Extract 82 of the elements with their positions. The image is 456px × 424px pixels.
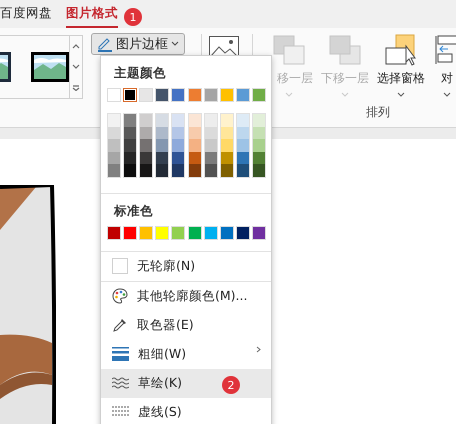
- caret-icon: [171, 41, 179, 47]
- color-swatch[interactable]: [204, 164, 217, 177]
- line-weight-icon: [112, 346, 129, 362]
- color-swatch[interactable]: [252, 114, 265, 127]
- menu-item[interactable]: 虚线(S): [101, 398, 271, 424]
- color-swatch[interactable]: [124, 164, 136, 177]
- color-swatch[interactable]: [140, 152, 152, 164]
- caret-icon: [285, 92, 293, 98]
- color-swatch[interactable]: [172, 164, 184, 177]
- color-swatch[interactable]: [252, 139, 265, 152]
- color-swatch[interactable]: [123, 88, 138, 102]
- arrange-button[interactable]: 对: [430, 34, 456, 98]
- menu-item[interactable]: 取色器(E): [101, 310, 271, 340]
- color-swatch[interactable]: [156, 126, 168, 140]
- scroll-up-icon[interactable]: [72, 43, 80, 50]
- menu-item[interactable]: 无轮廓(N): [101, 252, 271, 281]
- group-label: 排列: [365, 104, 390, 121]
- color-swatch[interactable]: [188, 114, 201, 127]
- color-swatch[interactable]: [220, 164, 233, 177]
- color-swatch[interactable]: [204, 139, 217, 152]
- color-swatch[interactable]: [236, 139, 249, 152]
- more-icon[interactable]: [72, 84, 80, 91]
- color-swatch[interactable]: [172, 126, 184, 140]
- color-swatch[interactable]: [140, 139, 152, 152]
- scroll-down-icon[interactable]: [72, 64, 80, 70]
- color-swatch[interactable]: [108, 152, 120, 164]
- color-swatch[interactable]: [188, 139, 201, 152]
- menu-item[interactable]: 其他轮廓颜色(M)...: [101, 282, 271, 311]
- color-swatch[interactable]: [156, 164, 168, 177]
- ribbon-tab[interactable]: 百度网盘: [0, 0, 52, 28]
- color-swatch[interactable]: [220, 139, 233, 152]
- picture-style-icon[interactable]: [31, 52, 69, 82]
- color-swatch[interactable]: [124, 139, 136, 152]
- color-swatch[interactable]: [188, 164, 201, 177]
- color-swatch[interactable]: [140, 114, 152, 127]
- color-swatch[interactable]: [124, 114, 136, 127]
- empty-swatch-icon: [112, 258, 128, 274]
- color-swatch[interactable]: [188, 126, 201, 140]
- color-swatch[interactable]: [236, 164, 249, 177]
- selection-pane-icon: [384, 34, 418, 66]
- color-swatch[interactable]: [220, 114, 233, 127]
- color-swatch[interactable]: [172, 152, 184, 164]
- color-swatch[interactable]: [172, 139, 184, 152]
- arrange-button[interactable]: 选择窗格: [374, 34, 428, 98]
- caret-icon: [397, 92, 405, 98]
- menu-item[interactable]: 粗细(W): [101, 340, 271, 369]
- picture-border-button[interactable]: 图片边框: [91, 33, 185, 55]
- menu-heading: 主题颜色: [113, 64, 167, 82]
- dash-lines-icon: [112, 406, 129, 418]
- color-swatch[interactable]: [188, 152, 201, 164]
- color-swatch[interactable]: [236, 126, 249, 140]
- color-swatch[interactable]: [252, 164, 265, 177]
- send-backward-icon: [328, 34, 362, 66]
- caret-icon: [341, 92, 349, 98]
- color-swatch[interactable]: [108, 114, 120, 127]
- color-swatch[interactable]: [220, 126, 233, 140]
- color-swatch[interactable]: [204, 126, 217, 140]
- color-swatch[interactable]: [252, 126, 265, 140]
- color-swatch[interactable]: [108, 139, 120, 152]
- color-swatch[interactable]: [220, 152, 233, 164]
- color-swatch[interactable]: [204, 152, 217, 164]
- color-swatch[interactable]: [140, 164, 152, 177]
- caret-icon: [443, 92, 451, 98]
- color-swatch[interactable]: [156, 152, 168, 164]
- color-swatch[interactable]: [204, 114, 217, 127]
- color-swatch[interactable]: [252, 152, 265, 164]
- color-swatch[interactable]: [108, 126, 120, 140]
- palette-icon: [112, 288, 128, 304]
- color-swatch[interactable]: [156, 139, 168, 152]
- color-swatch[interactable]: [236, 152, 249, 164]
- color-swatch[interactable]: [108, 164, 120, 177]
- menu-heading: 标准色: [112, 202, 154, 220]
- color-swatch[interactable]: [156, 114, 168, 127]
- sketch-lines-icon: [112, 377, 129, 390]
- color-swatch[interactable]: [236, 114, 249, 127]
- color-swatch[interactable]: [124, 152, 136, 164]
- bring-forward-icon: [272, 34, 306, 66]
- pen-icon: [97, 36, 113, 52]
- color-swatch[interactable]: [124, 126, 136, 140]
- color-swatch[interactable]: [172, 114, 184, 127]
- eyedropper-icon: [112, 317, 128, 334]
- color-swatch[interactable]: [140, 126, 152, 140]
